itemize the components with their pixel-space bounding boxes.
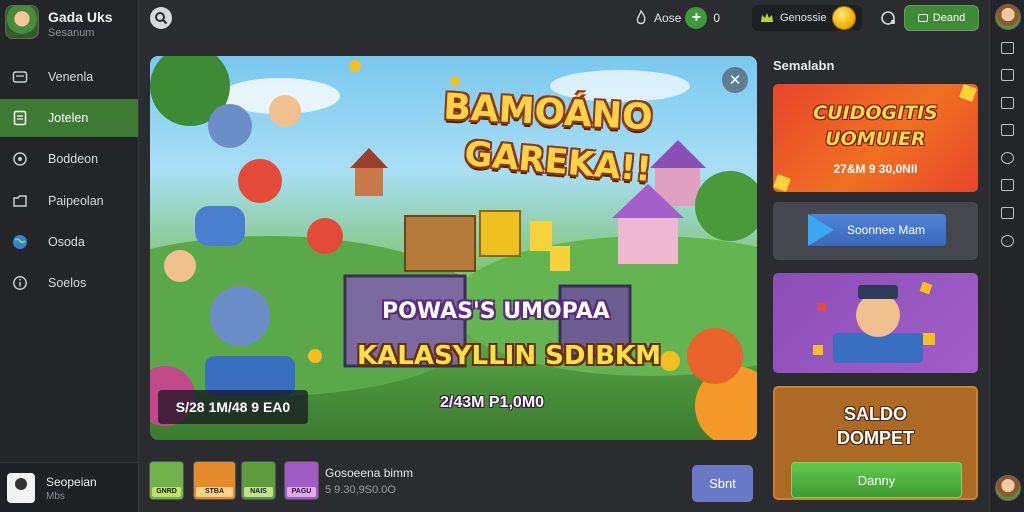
gift-icon[interactable] — [1001, 97, 1014, 109]
wallet-icon — [10, 67, 30, 87]
sidebar-item-label: Venenla — [48, 70, 94, 84]
chat-icon[interactable] — [1001, 124, 1014, 136]
list-icon[interactable] — [1001, 69, 1014, 81]
hero-date: 2/43M P1,0M0 — [440, 394, 545, 411]
promo-play-label: Soonnee Mam — [846, 223, 926, 237]
game-thumbnail[interactable]: NAIS — [241, 461, 276, 500]
tag-icon[interactable] — [1001, 179, 1014, 191]
deposit-label: Deand — [932, 12, 966, 24]
info-icon — [10, 273, 30, 293]
coin-icon — [832, 6, 857, 30]
sidebar-item-label: Boddeon — [48, 152, 99, 166]
game-thumbnail[interactable]: GNRD — [149, 461, 184, 500]
user-role: Mbs — [46, 491, 65, 502]
right-rail — [989, 0, 1024, 512]
sidebar-item-label: Jotelen — [48, 111, 89, 125]
add-button[interactable]: + — [685, 7, 708, 29]
game-thumbnail[interactable]: STBA — [193, 461, 236, 500]
game-thumbnail-label: NAIS — [244, 487, 273, 497]
sidebar-item-venenla[interactable]: Venenla — [0, 58, 138, 96]
support-avatar[interactable] — [995, 475, 1021, 501]
promo-card-1-line1: CUIDOGITIS — [813, 102, 938, 124]
sidebar-item-soelos[interactable]: Soelos — [0, 264, 138, 302]
crown-icon — [761, 13, 773, 22]
search-icon — [155, 12, 168, 25]
sidebar-item-boddeon[interactable]: Boddeon — [0, 140, 138, 178]
sidebar-item-label: Soelos — [48, 276, 87, 290]
help-icon[interactable] — [1001, 235, 1014, 247]
search-button[interactable] — [150, 7, 172, 29]
left-sidebar: Gada Uks Sesanum Venenla Jotelen Boddeon… — [0, 0, 139, 512]
stat-b: Genossie — [752, 5, 862, 31]
hero-banner[interactable]: ✕ BAMOÁNO GAREKA!! POWAS'S UMOPAA KALASY… — [150, 56, 757, 440]
promo-card-1-line3: 27&M 9 30,0NII — [833, 162, 918, 176]
sidebar-item-label: Osoda — [48, 235, 85, 249]
hero-badge: S/28 1M/48 9 EA0 — [158, 390, 308, 424]
close-icon: ✕ — [728, 72, 742, 89]
close-button[interactable]: ✕ — [722, 67, 748, 93]
sidebar-item-paipeolan[interactable]: Paipeolan — [0, 182, 138, 220]
wallet-card-line2: DOMPET — [836, 428, 914, 448]
user-profile[interactable]: Seopeian Mbs — [0, 462, 138, 512]
game-thumbnail-label: STBA — [196, 487, 233, 497]
avatar[interactable] — [995, 4, 1021, 30]
coin-chip — [959, 84, 977, 102]
brand-title: Gada Uks — [48, 9, 113, 25]
promo-heading: Semalabn — [773, 58, 835, 73]
wallet-card: SALDO DOMPET Danny — [773, 386, 978, 500]
hero-subtitle-line2: KALASYLLIN SDIBKM — [357, 341, 661, 371]
game-thumbnail[interactable]: PAGU — [284, 461, 319, 500]
brand[interactable]: Gada Uks Sesanum — [5, 5, 135, 41]
promo-card-1-line2: UOMUIER — [825, 128, 926, 150]
user-name: Seopeian — [46, 475, 97, 489]
promo-card-2: Soonnee Mam — [773, 202, 978, 260]
globe-icon — [10, 232, 30, 252]
brand-avatar — [5, 5, 39, 39]
sidebar-item-label: Paipeolan — [48, 194, 104, 208]
hero-subtitle-line1: POWAS'S UMOPAA — [382, 299, 610, 324]
sidebar-item-osoda[interactable]: Osoda — [0, 223, 138, 261]
stat-a-value: 0 — [713, 11, 721, 25]
game-thumbnail-label: PAGU — [287, 487, 316, 497]
folder-icon — [10, 191, 30, 211]
start-button[interactable]: Sbnt — [692, 465, 753, 502]
chat-icon — [10, 149, 30, 169]
play-icon — [808, 214, 834, 246]
card-icon — [917, 14, 928, 22]
headset-icon[interactable] — [879, 9, 897, 32]
stat-a: Aose + 0 — [634, 5, 734, 31]
stat-b-label: Genossie — [780, 12, 827, 24]
wallet-card-line1: SALDO — [844, 404, 907, 424]
menu-icon[interactable] — [1001, 42, 1014, 54]
top-bar: Aose + 0 Genossie Deand — [139, 0, 989, 36]
flame-icon — [636, 10, 646, 25]
coin-chip — [773, 174, 791, 192]
strip-title: Gosoeena bimm — [325, 466, 414, 480]
promo-card-1[interactable]: CUIDOGITIS UOMUIER 27&M 9 30,0NII — [773, 84, 978, 192]
strip-subtitle: 5 9.30,9S0.0O — [325, 484, 396, 496]
game-thumbnail-label: GNRD — [152, 487, 181, 497]
settings-icon[interactable] — [1001, 152, 1014, 164]
promo-card-3[interactable] — [773, 273, 978, 373]
character-illustration — [813, 281, 935, 363]
mail-icon[interactable] — [1001, 207, 1014, 219]
stat-a-label: Aose — [654, 11, 682, 25]
deposit-button[interactable]: Deand — [904, 5, 979, 31]
document-icon — [10, 108, 30, 128]
brand-subtitle: Sesanum — [48, 27, 95, 39]
sidebar-item-jotelen[interactable]: Jotelen — [0, 99, 138, 137]
avatar — [7, 473, 35, 503]
wallet-action-button[interactable]: Danny — [791, 462, 962, 498]
